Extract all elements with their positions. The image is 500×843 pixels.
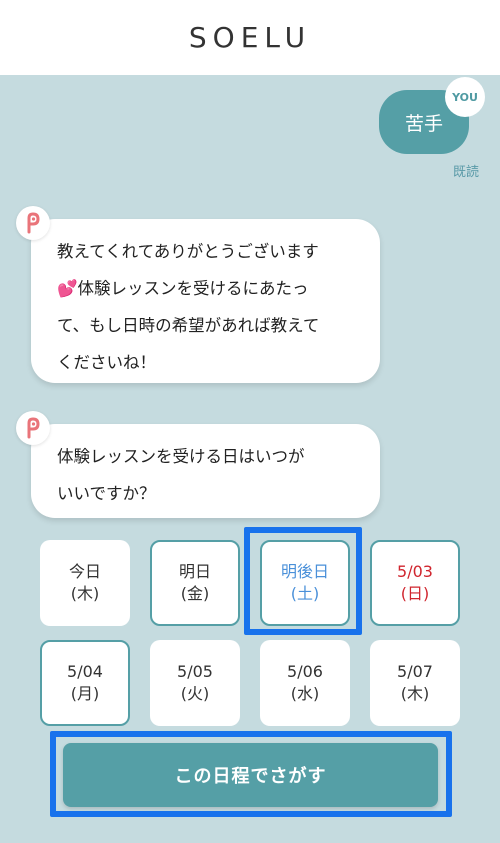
date-label: 5/04 [67, 662, 103, 681]
date-label: 5/07 [397, 662, 433, 681]
soelu-mascot-icon [27, 417, 40, 439]
date-option-5-03[interactable]: 5/03 (日) [370, 540, 460, 626]
bot-message-line: 💕体験レッスンを受けるにあたっ [57, 279, 309, 298]
weekday-label: (金) [180, 584, 210, 603]
weekday-label: (木) [400, 684, 430, 703]
weekday-label: (日) [400, 584, 430, 603]
bot-message-line: くださいね！ [57, 353, 156, 372]
bot-avatar [16, 411, 50, 445]
read-status: 既読 [453, 165, 480, 180]
you-badge: YOU [445, 77, 485, 117]
date-label: 明日 [178, 562, 211, 581]
date-label: 5/03 [397, 562, 433, 581]
bot-message-line: 体験レッスンを受ける日はいつが [57, 447, 305, 466]
date-label: 今日 [68, 562, 101, 581]
weekday-label: (水) [290, 684, 320, 703]
logo: SOELU [188, 21, 312, 54]
bot-avatar [16, 206, 50, 240]
date-label: 5/05 [177, 662, 213, 681]
bot-message-line: 教えてくれてありがとうございます [57, 242, 319, 261]
weekday-label: (火) [180, 684, 210, 703]
date-label: 5/06 [287, 662, 323, 681]
highlight-box [50, 731, 452, 817]
date-option-5-06[interactable]: 5/06 (水) [260, 640, 350, 726]
bot-message-bubble: 教えてくれてありがとうございます 💕体験レッスンを受けるにあたっ て、もし日時の… [31, 219, 380, 383]
highlight-box [244, 527, 362, 635]
bot-message-line: いいですか？ [57, 484, 156, 503]
app-header: SOELU [0, 0, 500, 75]
date-option-tomorrow[interactable]: 明日 (金) [150, 540, 240, 626]
weekday-label: (月) [70, 684, 100, 703]
date-option-5-05[interactable]: 5/05 (火) [150, 640, 240, 726]
date-option-5-07[interactable]: 5/07 (木) [370, 640, 460, 726]
date-option-5-04[interactable]: 5/04 (月) [40, 640, 130, 726]
user-message-text: 苦手 [404, 112, 443, 135]
weekday-label: (木) [70, 584, 100, 603]
bot-message-bubble: 体験レッスンを受ける日はいつが いいですか？ [31, 424, 380, 518]
soelu-mascot-icon [27, 212, 40, 234]
bot-message-line: て、もし日時の希望があれば教えて [57, 316, 320, 335]
date-option-today[interactable]: 今日 (木) [40, 540, 130, 626]
